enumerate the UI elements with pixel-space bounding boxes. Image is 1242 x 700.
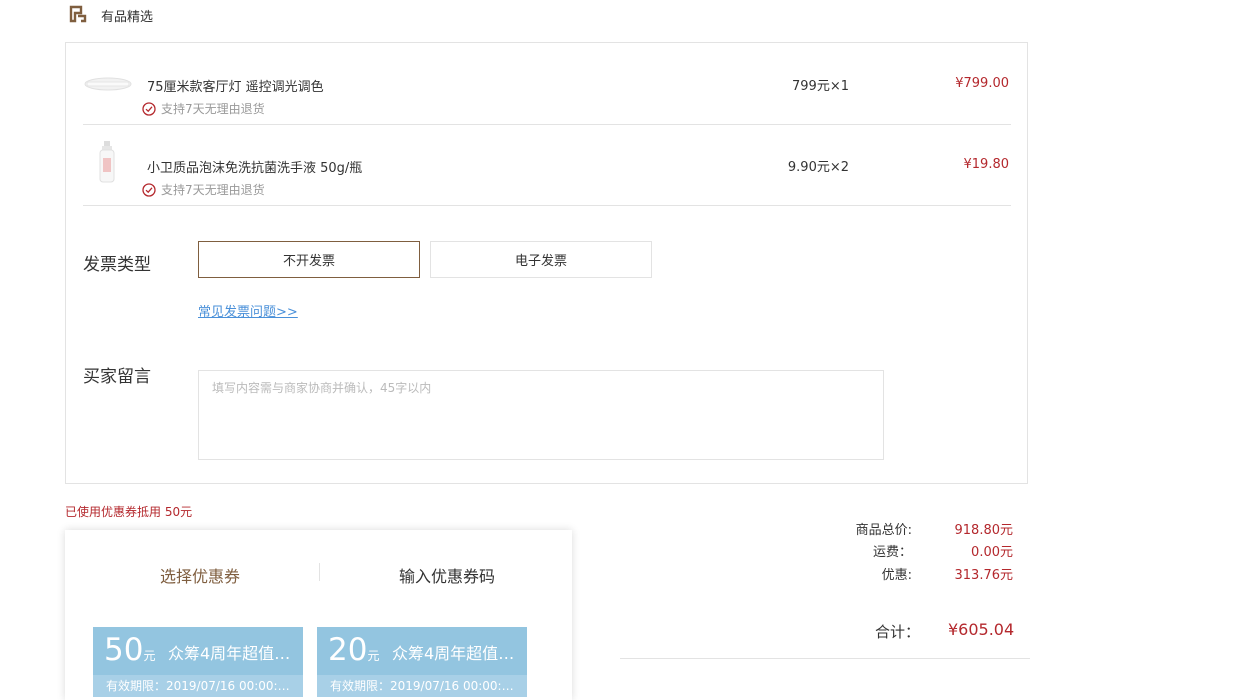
tab-select-coupon[interactable]: 选择优惠券 xyxy=(157,563,243,587)
total-divider xyxy=(620,658,1030,659)
tab-enter-coupon-code[interactable]: 输入优惠券码 xyxy=(395,563,499,587)
item-price-qty: 799元×1 xyxy=(792,79,849,94)
return-policy-text: 支持7天无理由退货 xyxy=(161,183,265,197)
invoice-faq-link[interactable]: 常见发票问题>> xyxy=(198,301,298,320)
shipping-label: 运费： xyxy=(872,545,912,560)
order-item: 75厘米款客厅灯 遥控调光调色 支持7天无理由退货 799元×1 ¥799.00 xyxy=(83,43,1011,125)
coupon-amount: 50元 xyxy=(104,632,156,668)
discount-label: 优惠: xyxy=(881,568,912,583)
item-name[interactable]: 小卫质品泡沫免洗抗菌洗手液 50g/瓶 xyxy=(147,157,362,176)
ceiling-lamp-thumbnail[interactable] xyxy=(83,57,133,107)
coupon-validity: 有效期限：2019/07/16 00:00:00 - 2019/07/20 23… xyxy=(93,675,303,697)
item-subtotal: ¥799.00 xyxy=(955,76,1009,91)
return-policy-text: 支持7天无理由退货 xyxy=(161,102,265,116)
item-subtotal: ¥19.80 xyxy=(963,157,1010,172)
coupon-amount: 20元 xyxy=(328,632,380,668)
coupon-name: 众筹4周年超值优惠券 xyxy=(392,644,520,663)
goods-total-value: 918.80元 xyxy=(954,523,1014,538)
coupon-panel: 选择优惠券 输入优惠券码 50元 众筹4周年超值优惠券 有效期限：2019/07… xyxy=(65,530,572,700)
coupon-used-text: 已使用优惠券抵用 50元 xyxy=(65,505,193,519)
total-label: 合计： xyxy=(875,623,921,641)
goods-total-label: 商品总价: xyxy=(855,523,912,538)
store-logo-icon xyxy=(69,5,87,23)
hand-soap-thumbnail[interactable] xyxy=(83,138,133,188)
discount-value: 313.76元 xyxy=(954,568,1014,583)
buyer-note-label: 买家留言 xyxy=(83,367,151,387)
no-invoice-option[interactable]: 不开发票 xyxy=(198,241,420,278)
return-policy: 支持7天无理由退货 xyxy=(142,181,265,198)
store-name: 有品精选 xyxy=(101,10,154,25)
return-policy: 支持7天无理由退货 xyxy=(142,100,265,117)
invoice-type-label: 发票类型 xyxy=(83,255,151,275)
coupon-card[interactable]: 20元 众筹4周年超值优惠券 有效期限：2019/07/16 00:00:00 … xyxy=(317,627,527,697)
check-circle-icon xyxy=(142,182,156,197)
coupon-name: 众筹4周年超值优惠券 xyxy=(168,644,296,663)
order-item: 小卫质品泡沫免洗抗菌洗手液 50g/瓶 支持7天无理由退货 9.90元×2 ¥1… xyxy=(83,124,1011,206)
buyer-note-input[interactable] xyxy=(198,370,884,460)
shipping-value: 0.00元 xyxy=(971,545,1013,560)
item-price-qty: 9.90元×2 xyxy=(787,160,849,175)
e-invoice-option[interactable]: 电子发票 xyxy=(430,241,652,278)
coupon-validity: 有效期限：2019/07/16 00:00:00 - 2019/07/20 23… xyxy=(317,675,527,697)
item-name[interactable]: 75厘米款客厅灯 遥控调光调色 xyxy=(147,76,324,95)
divider xyxy=(82,483,1010,484)
coupon-card[interactable]: 50元 众筹4周年超值优惠券 有效期限：2019/07/16 00:00:00 … xyxy=(93,627,303,697)
total-value: ¥605.04 xyxy=(948,620,1015,639)
tab-divider xyxy=(319,563,320,581)
check-circle-icon xyxy=(142,101,156,116)
